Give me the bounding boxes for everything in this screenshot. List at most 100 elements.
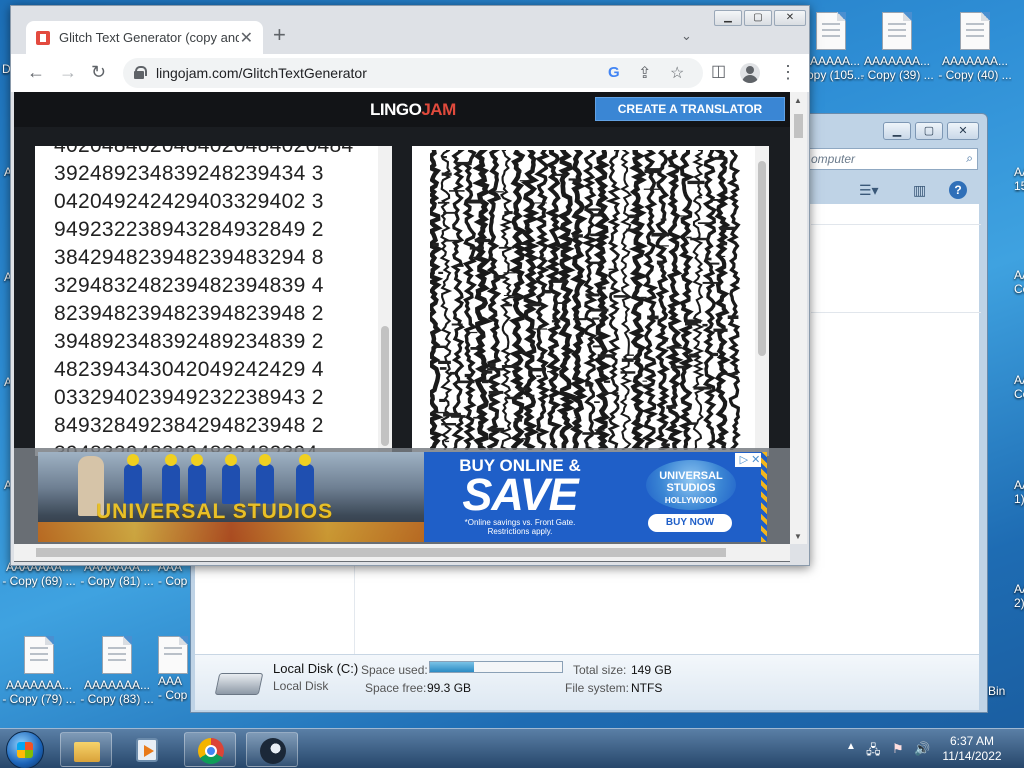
input-scrollbar[interactable] — [378, 146, 392, 456]
close-button[interactable]: ✕ — [947, 122, 979, 140]
scroll-up-icon[interactable]: ▲ — [794, 96, 802, 105]
desktop-file-label: - Copy (40) ... — [938, 68, 1012, 82]
glitch-mark — [713, 328, 728, 332]
glitch-mark — [438, 271, 444, 274]
scroll-down-icon[interactable]: ▼ — [794, 532, 802, 541]
recycle-bin-label[interactable]: Bin — [988, 684, 1005, 698]
browser-tab[interactable]: Glitch Text Generator (copy and p ✕ — [26, 21, 263, 54]
address-bar[interactable]: lingojam.com/GlitchTextGenerator G ⇪ ☆ — [123, 58, 703, 88]
glitch-mark — [469, 246, 484, 250]
universal-studios-ad[interactable]: UNIVERSAL STUDIOS BUY ONLINE & SAVE *Onl… — [38, 452, 767, 542]
taskbar-clock[interactable]: 6:37 AM 11/14/2022 — [930, 734, 1014, 764]
desktop-file-icon[interactable]: AAAAAAA... - Copy (40) ... — [938, 12, 1012, 82]
desktop-file-icon[interactable]: AAAAAAA... - Copy (83) ... — [80, 636, 154, 706]
glitch-mark — [504, 303, 513, 307]
horizontal-scrollbar[interactable] — [14, 544, 790, 561]
glitch-mark — [467, 331, 478, 334]
start-button[interactable] — [6, 731, 44, 768]
glitch-mark — [585, 293, 600, 297]
create-translator-button[interactable]: CREATE A TRANSLATOR — [595, 97, 785, 121]
profile-avatar-icon[interactable] — [740, 63, 760, 83]
ad-brand-text: UNIVERSAL STUDIOS — [96, 500, 334, 523]
action-center-icon[interactable]: ⚑ — [892, 741, 904, 757]
glitch-mark — [590, 213, 603, 217]
side-panel-icon[interactable]: ◫ — [711, 62, 726, 82]
glitch-mark — [636, 384, 652, 387]
close-button[interactable]: ✕ — [774, 10, 806, 26]
glitch-stroke — [581, 150, 600, 450]
total-size-value: 149 GB — [631, 663, 672, 677]
glitch-mark — [487, 368, 503, 371]
desktop-file-icon[interactable]: AAAAAAA... - Copy (79) ... — [2, 636, 76, 706]
glitch-mark — [529, 303, 541, 307]
back-icon[interactable]: ← — [27, 62, 45, 82]
glitch-mark — [719, 255, 726, 257]
glitch-mark — [590, 308, 609, 312]
search-input[interactable]: omputer ⌕ — [806, 148, 978, 170]
new-tab-icon[interactable]: + — [273, 24, 286, 46]
glitch-mark — [594, 401, 600, 403]
show-hidden-icons-icon[interactable]: ▲ — [846, 741, 856, 752]
tab-close-icon[interactable]: ✕ — [240, 28, 253, 48]
glitch-mark — [651, 232, 669, 237]
taskbar-media-player[interactable] — [122, 732, 174, 767]
glitch-stroke — [605, 150, 622, 450]
folder-icon — [74, 742, 100, 762]
maximize-button[interactable]: ▢ — [915, 122, 943, 140]
glitch-mark — [661, 443, 670, 447]
help-icon[interactable]: ? — [949, 181, 967, 199]
output-textarea[interactable] — [412, 146, 769, 456]
glitch-mark — [432, 242, 439, 247]
glitch-mark — [441, 423, 457, 426]
preview-pane-icon[interactable]: ▥ — [913, 182, 926, 199]
page-scrollbar[interactable]: ▲ ▼ — [790, 92, 807, 544]
reload-icon[interactable]: ↻ — [91, 62, 106, 82]
bookmark-star-icon[interactable]: ☆ — [670, 63, 684, 83]
desktop-file-icon[interactable]: AAAAAAA... - Copy (39) ... — [860, 12, 934, 82]
volume-icon[interactable]: 🔊 — [914, 741, 930, 757]
glitch-mark — [467, 199, 485, 204]
lingojam-logo[interactable]: LINGOJAM — [370, 100, 456, 120]
taskbar-steam[interactable] — [246, 732, 298, 767]
glitch-mark — [489, 362, 496, 367]
media-player-icon — [136, 738, 158, 762]
minimize-button[interactable]: ▁ — [714, 10, 742, 26]
desktop-edge-label[interactable]: AA.Co... — [1014, 373, 1024, 401]
glitch-mark — [498, 246, 515, 249]
google-lens-icon[interactable]: G — [608, 64, 620, 81]
glitch-mark — [472, 256, 483, 259]
menu-kebab-icon[interactable]: ⋮ — [779, 62, 797, 82]
glitch-mark — [629, 214, 636, 219]
desktop-edge-label[interactable]: AA.Co... — [1014, 268, 1024, 296]
chrome-window: ▁ ▢ ✕ Glitch Text Generator (copy and p … — [10, 5, 810, 566]
view-options-icon[interactable]: ☰▾ — [859, 182, 879, 199]
url-text: lingojam.com/GlitchTextGenerator — [156, 65, 367, 81]
buy-now-button[interactable]: BUY NOW — [648, 514, 732, 532]
glitch-stroke — [654, 150, 671, 450]
steam-icon — [260, 738, 286, 764]
minimize-button[interactable]: ▁ — [883, 122, 911, 140]
glitch-mark — [642, 380, 648, 382]
glitch-stroke — [640, 150, 659, 450]
glitch-mark — [437, 201, 450, 204]
taskbar-explorer[interactable] — [60, 732, 112, 767]
forward-icon[interactable]: → — [59, 62, 77, 82]
space-used-label: Space used: — [361, 663, 428, 677]
network-icon[interactable]: 🖧 — [866, 741, 881, 763]
taskbar-chrome[interactable] — [184, 732, 236, 767]
share-icon[interactable]: ⇪ — [638, 63, 651, 83]
desktop-edge-label[interactable]: AA.2) ... — [1014, 582, 1024, 610]
desktop-edge-label[interactable]: AA.1) ... — [1014, 478, 1024, 506]
glitch-mark — [449, 371, 455, 375]
desktop-file-icon[interactable]: AAA - Cop — [158, 636, 188, 702]
glitch-mark — [705, 257, 712, 261]
glitch-mark — [555, 302, 566, 304]
glitch-mark — [507, 296, 521, 299]
desktop-edge-label[interactable]: AAA15... — [1014, 165, 1024, 193]
tab-search-icon[interactable]: ⌄ — [681, 28, 692, 44]
output-scrollbar[interactable] — [755, 146, 769, 456]
input-text: 4020484020484020484020484 39248923483924… — [54, 146, 353, 456]
glitch-mark — [584, 208, 600, 211]
maximize-button[interactable]: ▢ — [744, 10, 772, 26]
input-textarea[interactable]: 4020484020484020484020484 39248923483924… — [35, 146, 392, 456]
